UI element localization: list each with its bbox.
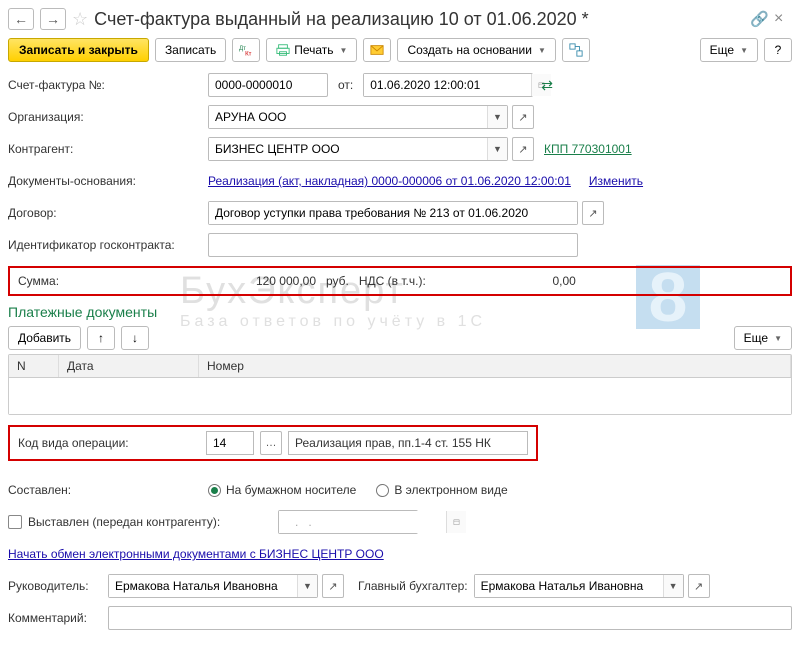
chevron-down-icon: ▼ [774, 334, 782, 343]
counterparty-input[interactable] [209, 138, 487, 160]
dtk-button[interactable]: ДтКт [232, 38, 260, 62]
more-table-button[interactable]: Еще ▼ [734, 326, 792, 350]
calendar-icon [453, 515, 460, 529]
org-label: Организация: [8, 110, 208, 124]
dropdown-button[interactable]: ▼ [663, 575, 683, 597]
issued-label: Выставлен (передан контрагенту): [28, 515, 278, 529]
related-button[interactable] [562, 38, 590, 62]
change-link[interactable]: Изменить [589, 174, 643, 188]
date-input[interactable] [364, 74, 531, 96]
accountant-label: Главный бухгалтер: [358, 579, 468, 593]
gosid-input[interactable] [208, 233, 578, 257]
composed-label: Составлен: [8, 483, 208, 497]
chevron-down-icon: ▼ [340, 46, 348, 55]
edo-link[interactable]: Начать обмен электронными документами с … [8, 547, 384, 561]
status-icon[interactable]: ⇄ [541, 77, 553, 94]
open-counterparty-button[interactable]: ↗ [512, 137, 534, 161]
basis-label: Документы-основания: [8, 174, 208, 188]
move-down-button[interactable]: ↓ [121, 326, 149, 350]
radio-electronic[interactable]: В электронном виде [376, 483, 507, 497]
th-number[interactable]: Номер [199, 355, 791, 377]
open-contract-button[interactable]: ↗ [582, 201, 604, 225]
radio-paper-label: На бумажном носителе [226, 483, 356, 497]
comment-label: Комментарий: [8, 611, 108, 625]
envelope-icon [370, 43, 384, 57]
chevron-down-icon: ▼ [538, 46, 546, 55]
print-button[interactable]: Печать ▼ [266, 38, 357, 62]
dropdown-button[interactable]: ▼ [487, 106, 507, 128]
director-input[interactable] [109, 575, 297, 597]
window-title: Счет-фактура выданный на реализацию 10 о… [94, 9, 744, 30]
th-date[interactable]: Дата [59, 355, 199, 377]
email-button[interactable] [363, 38, 391, 62]
save-button[interactable]: Записать [155, 38, 226, 62]
radio-paper[interactable]: На бумажном носителе [208, 483, 356, 497]
print-label: Печать [294, 43, 333, 57]
open-accountant-button[interactable]: ↗ [688, 574, 710, 598]
counterparty-label: Контрагент: [8, 142, 208, 156]
payment-docs-table: N Дата Номер [8, 354, 792, 415]
more-label: Еще [710, 43, 734, 57]
chevron-down-icon: ▼ [740, 46, 748, 55]
dtk-icon: ДтКт [239, 43, 253, 57]
radio-electronic-label: В электронном виде [394, 483, 507, 497]
kpp-link[interactable]: КПП 770301001 [544, 142, 632, 156]
gosid-label: Идентификатор госконтракта: [8, 238, 208, 252]
issued-date-input[interactable] [279, 511, 446, 533]
svg-text:Кт: Кт [245, 50, 252, 57]
number-input[interactable] [208, 73, 328, 97]
printer-icon [276, 43, 290, 57]
org-input[interactable] [209, 106, 487, 128]
op-code-desc: Реализация прав, пп.1-4 ст. 155 НК [288, 431, 528, 455]
radio-icon [208, 484, 221, 497]
th-n[interactable]: N [9, 355, 59, 377]
favorite-icon[interactable]: ☆ [72, 9, 88, 30]
move-up-button[interactable]: ↑ [87, 326, 115, 350]
vat-label: НДС (в т.ч.): [359, 274, 426, 288]
sum-label: Сумма: [18, 274, 206, 288]
dropdown-button[interactable]: ▼ [297, 575, 317, 597]
nav-forward-button[interactable]: → [40, 8, 66, 30]
radio-icon [376, 484, 389, 497]
issued-checkbox[interactable] [8, 515, 22, 529]
related-icon [569, 43, 583, 57]
add-button[interactable]: Добавить [8, 326, 81, 350]
vat-value: 0,00 [466, 274, 576, 288]
nav-back-button[interactable]: ← [8, 8, 34, 30]
contract-label: Договор: [8, 206, 208, 220]
open-org-button[interactable]: ↗ [512, 105, 534, 129]
accountant-input[interactable] [475, 575, 663, 597]
basis-doc-link[interactable]: Реализация (акт, накладная) 0000-000006 … [208, 174, 571, 188]
op-code-select-button[interactable]: … [260, 431, 282, 455]
open-director-button[interactable]: ↗ [322, 574, 344, 598]
op-code-input[interactable] [206, 431, 254, 455]
create-on-basis-button[interactable]: Создать на основании ▼ [397, 38, 555, 62]
dropdown-button[interactable]: ▼ [487, 138, 507, 160]
sum-value: 120 000,00 [206, 274, 316, 288]
contract-input[interactable] [209, 202, 577, 224]
currency-label: руб. [326, 274, 349, 288]
create-on-basis-label: Создать на основании [407, 43, 532, 57]
close-icon[interactable]: × [774, 10, 792, 28]
op-code-label: Код вида операции: [18, 436, 200, 450]
link-icon[interactable]: 🔗 [750, 10, 768, 28]
date-from-label: от: [338, 78, 353, 92]
payment-docs-title: Платежные документы [8, 304, 792, 320]
table-body-empty[interactable] [9, 378, 791, 414]
help-button[interactable]: ? [764, 38, 792, 62]
comment-input[interactable] [108, 606, 792, 630]
number-label: Счет-фактура №: [8, 78, 208, 92]
more-button[interactable]: Еще ▼ [700, 38, 758, 62]
calendar-button[interactable] [446, 511, 466, 533]
director-label: Руководитель: [8, 579, 108, 593]
save-and-close-button[interactable]: Записать и закрыть [8, 38, 149, 62]
